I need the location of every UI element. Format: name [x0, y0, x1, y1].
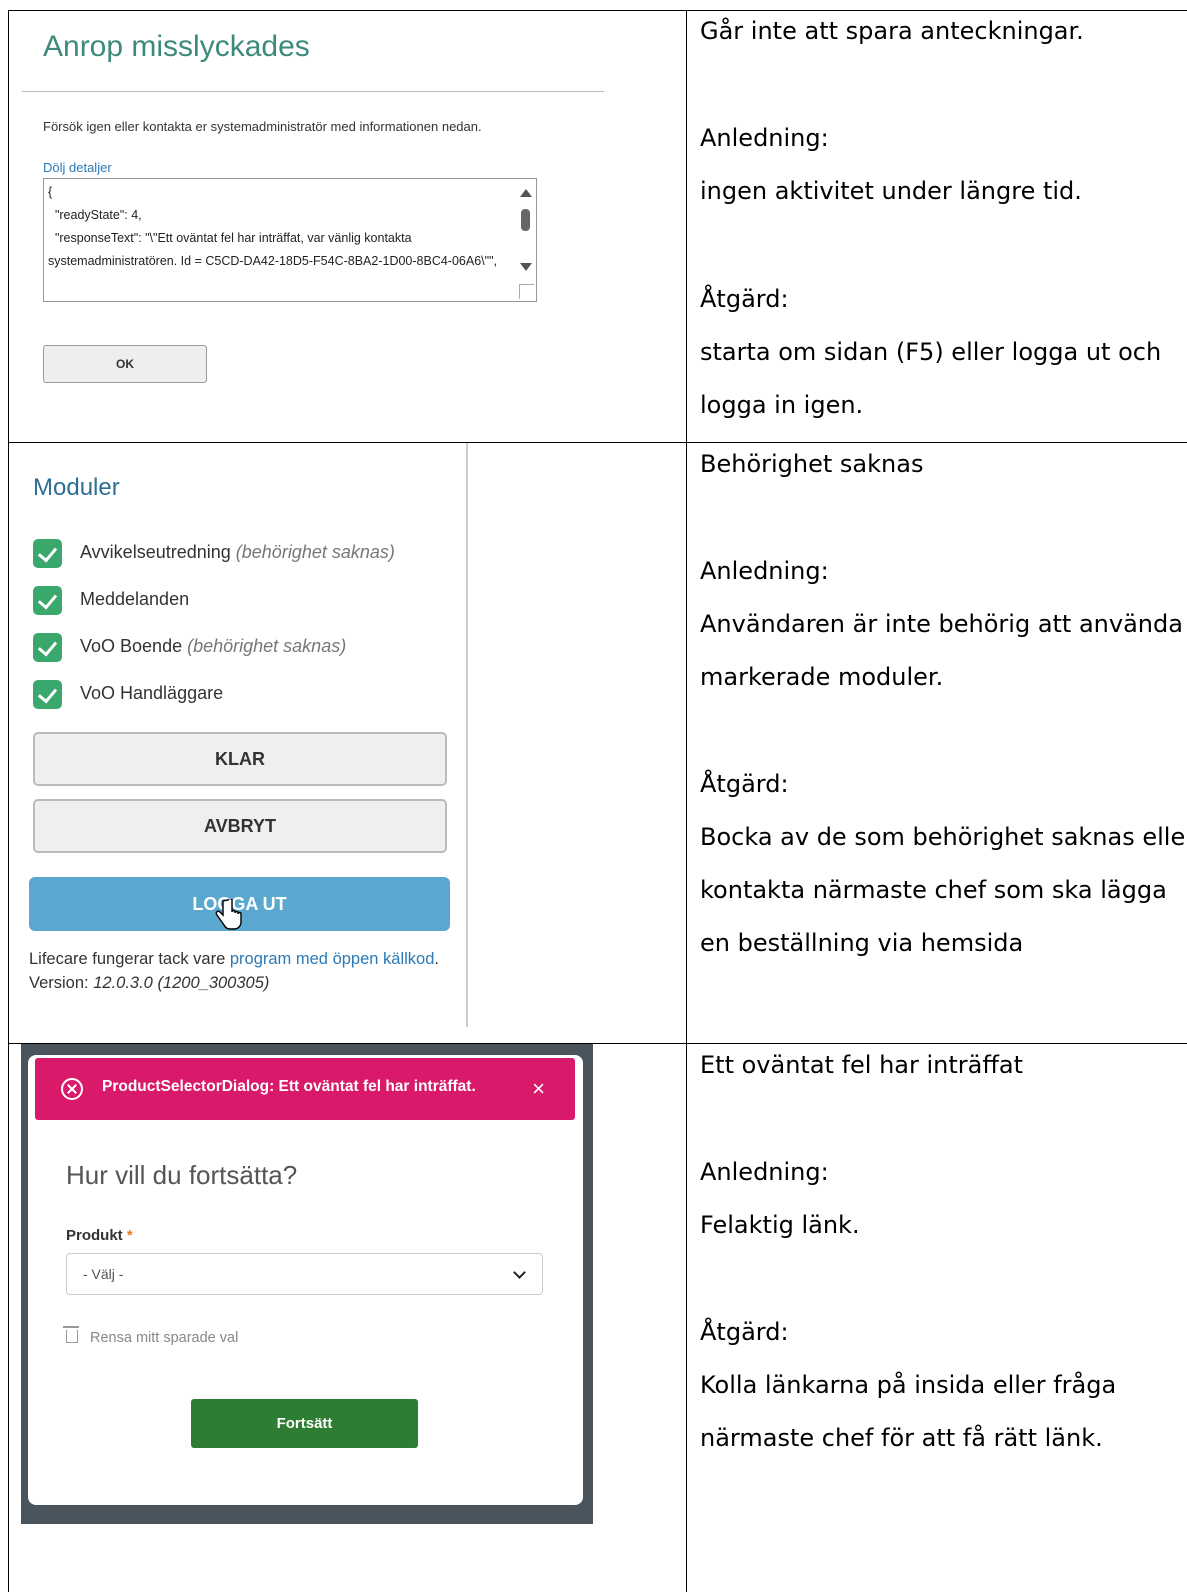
scroll-thumb[interactable] [521, 209, 530, 231]
alert-text: ProductSelectorDialog: Ett oväntat fel h… [102, 1078, 476, 1095]
row3-action-line-1: Kolla länkarna på insida eller fråga [700, 1371, 1117, 1399]
row2-cause-label: Anledning: [700, 557, 829, 585]
row2-action-label: Åtgärd: [700, 770, 789, 798]
scroll-down-icon[interactable] [520, 263, 532, 271]
row2-action-line-3: en beställning via hemsida [700, 929, 1024, 957]
row1-cause-label: Anledning: [700, 124, 829, 152]
version-value: 12.0.3.0 (1200_300305) [93, 974, 270, 992]
clear-saved-choice-link[interactable]: Rensa mitt sparade val [63, 1326, 239, 1346]
clear-label: Rensa mitt sparade val [90, 1330, 239, 1346]
footer-suffix: . [434, 950, 439, 968]
row2-cause-line-2: markerade moduler. [700, 663, 944, 691]
details-scrollbar[interactable] [514, 179, 536, 301]
hide-details-link[interactable]: Dölj detaljer [43, 160, 112, 175]
ok-button[interactable]: OK [43, 345, 207, 383]
module-name: VoO Handläggare [80, 683, 224, 703]
modules-title: Moduler [33, 474, 120, 501]
table-row-divider-1 [8, 442, 1187, 443]
trash-icon [63, 1326, 79, 1343]
footer-text: Lifecare fungerar tack vare program med … [29, 947, 449, 995]
product-select[interactable]: - Välj - [66, 1253, 543, 1295]
module-note: (behörighet saknas) [187, 636, 347, 656]
error-alert: ProductSelectorDialog: Ett oväntat fel h… [35, 1058, 575, 1120]
panel-edge [466, 443, 468, 1027]
checkbox-checked-icon[interactable] [33, 680, 62, 709]
required-mark: * [126, 1227, 133, 1244]
done-button[interactable]: KLAR [33, 732, 447, 786]
select-value: - Välj - [83, 1266, 124, 1282]
row3-cause-label: Anledning: [700, 1158, 829, 1186]
row1-action-line-2: logga in igen. [700, 391, 864, 419]
dialog-separator [22, 91, 604, 92]
row2-action-line-1: Bocka av de som behörighet saknas eller [700, 823, 1187, 851]
error-circle-icon [61, 1078, 83, 1100]
row2-cause-line-1: Användaren är inte behörig att använda [700, 610, 1183, 638]
row1-title: Går inte att spara anteckningar. [700, 17, 1084, 45]
error-dialog-title: Anrop misslyckades [43, 30, 310, 63]
resize-handle-icon[interactable] [519, 284, 534, 299]
product-label: Produkt * [66, 1227, 133, 1244]
error-message: Försök igen eller kontakta er systemadmi… [43, 119, 482, 134]
table-top-border [8, 10, 1187, 11]
row3-cause: Felaktig länk. [700, 1211, 860, 1239]
product-label-text: Produkt [66, 1227, 123, 1244]
module-name: Meddelanden [80, 589, 190, 609]
table-left-border [8, 10, 9, 1592]
dialog-heading: Hur vill du fortsätta? [66, 1160, 298, 1190]
row1-cause: ingen aktivitet under längre tid. [700, 177, 1082, 205]
cancel-button[interactable]: AVBRYT [33, 799, 447, 853]
scroll-up-icon[interactable] [520, 189, 532, 197]
version-label: Version: [29, 974, 89, 992]
module-name: Avvikelseutredning [80, 542, 231, 562]
checkbox-checked-icon[interactable] [33, 633, 62, 662]
row2-title: Behörighet saknas [700, 450, 924, 478]
table-column-divider [686, 10, 687, 1592]
module-note: (behörighet saknas) [235, 542, 395, 562]
row3-title: Ett oväntat fel har inträffat [700, 1051, 1024, 1079]
row3-action-label: Åtgärd: [700, 1318, 789, 1346]
checkbox-checked-icon[interactable] [33, 539, 62, 568]
error-details-text: { "readyState": 4, "responseText": "\"Et… [48, 185, 497, 268]
module-name: VoO Boende [80, 636, 183, 656]
open-source-link[interactable]: program med öppen källkod [230, 950, 435, 968]
close-icon[interactable]: × [532, 1076, 545, 1102]
footer-prefix: Lifecare fungerar tack vare [29, 950, 230, 968]
row3-action-line-2: närmaste chef för att få rätt länk. [700, 1424, 1103, 1452]
row1-action-line-1: starta om sidan (F5) eller logga ut och [700, 338, 1162, 366]
chevron-down-icon [513, 1266, 526, 1279]
continue-button[interactable]: Fortsätt [191, 1399, 418, 1448]
row2-action-line-2: kontakta närmaste chef som ska lägga [700, 876, 1167, 904]
error-details-textarea[interactable]: { "readyState": 4, "responseText": "\"Et… [43, 178, 537, 302]
checkbox-checked-icon[interactable] [33, 586, 62, 615]
hand-pointer-icon [215, 899, 242, 930]
row1-action-label: Åtgärd: [700, 285, 789, 313]
